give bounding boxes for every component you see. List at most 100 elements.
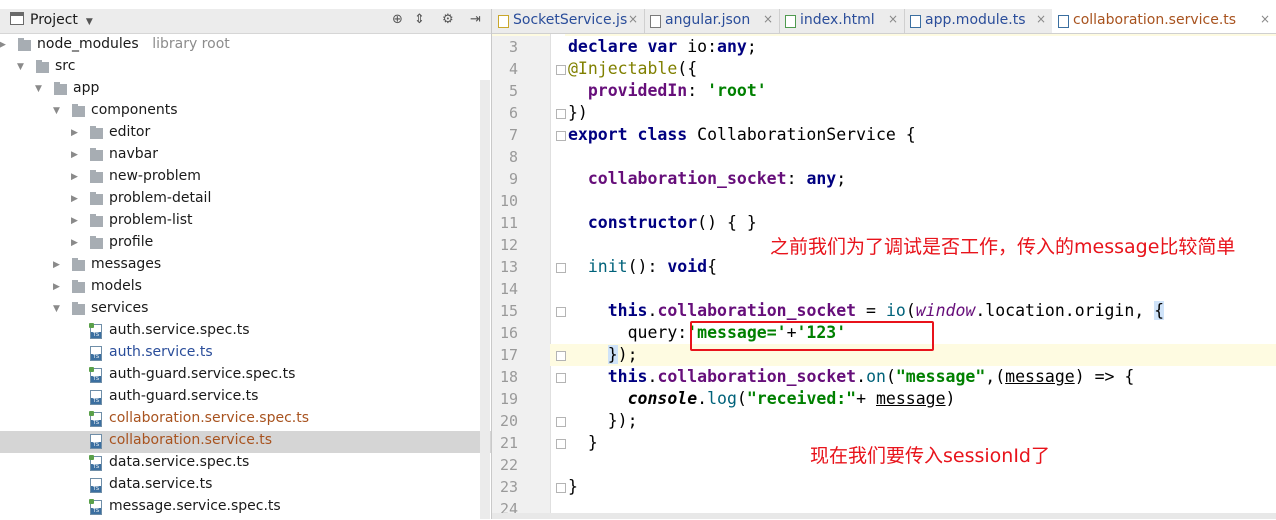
gear-icon[interactable]: ⚙ xyxy=(442,12,454,27)
expanded-arrow-icon[interactable]: ▼ xyxy=(53,106,60,116)
line-number: 10 xyxy=(499,192,518,210)
line-number: 15 xyxy=(499,302,518,320)
tree-folder[interactable]: ▶ models xyxy=(0,277,491,299)
tree-file[interactable]: auth-guard.service.ts xyxy=(0,387,491,409)
tab-2[interactable]: angular.json × xyxy=(644,9,780,33)
folder-icon xyxy=(18,38,31,51)
close-icon[interactable]: × xyxy=(1036,12,1046,26)
tree-folder[interactable]: ▶ messages xyxy=(0,255,491,277)
fold-marker-icon[interactable] xyxy=(556,417,566,427)
tab-3[interactable]: index.html × xyxy=(779,9,905,33)
collapsed-arrow-icon[interactable]: ▶ xyxy=(71,194,78,204)
folder-icon xyxy=(90,192,103,205)
expanded-arrow-icon[interactable]: ▼ xyxy=(53,304,60,314)
tree-file[interactable]: auth.service.ts xyxy=(0,343,491,365)
expanded-arrow-icon[interactable]: ▼ xyxy=(17,62,24,72)
hide-panel-icon[interactable]: ⇥ xyxy=(470,12,481,27)
close-icon[interactable]: × xyxy=(1260,12,1270,26)
tree-folder[interactable]: ▼ app xyxy=(0,79,491,101)
tree-folder[interactable]: ▶ new-problem xyxy=(0,167,491,189)
tab-label: SocketService.js xyxy=(513,12,628,28)
tree-folder[interactable]: ▼ services xyxy=(0,299,491,321)
tree-item-label: problem-list xyxy=(109,212,193,228)
tree-item-label: auth-guard.service.ts xyxy=(109,388,259,404)
line-number: 4 xyxy=(508,60,518,78)
ts-file-icon xyxy=(90,346,102,361)
tree-folder[interactable]: ▶ node_modules library root xyxy=(0,35,491,57)
line-number: 13 xyxy=(499,258,518,276)
fold-marker-icon[interactable] xyxy=(556,439,566,449)
fold-marker-icon[interactable] xyxy=(556,351,566,361)
project-scrollbar[interactable] xyxy=(480,80,490,519)
tree-file[interactable]: auth.service.spec.ts xyxy=(0,321,491,343)
fold-marker-icon[interactable] xyxy=(556,263,566,273)
collapsed-arrow-icon[interactable]: ▶ xyxy=(71,150,78,160)
line-number: 8 xyxy=(508,148,518,166)
ts-file-icon xyxy=(90,478,102,493)
tree-folder[interactable]: ▶ problem-detail xyxy=(0,189,491,211)
line-number: 7 xyxy=(508,126,518,144)
close-icon[interactable]: × xyxy=(628,12,638,26)
line-number: 9 xyxy=(508,170,518,188)
collapsed-arrow-icon[interactable]: ▶ xyxy=(53,260,60,270)
code-line-5: providedIn: 'root' xyxy=(587,81,767,100)
fold-marker-icon[interactable] xyxy=(556,131,566,141)
tree-item-label: data.service.ts xyxy=(109,476,213,492)
fold-marker-icon[interactable] xyxy=(556,65,566,75)
tree-file[interactable]: message.service.spec.ts xyxy=(0,497,491,519)
line-number: 6 xyxy=(508,104,518,122)
tree-file[interactable]: collaboration.service.ts xyxy=(0,431,491,453)
project-icon xyxy=(10,12,24,25)
tree-item-label: navbar xyxy=(109,146,158,162)
tree-folder[interactable]: ▶ profile xyxy=(0,233,491,255)
folder-icon xyxy=(72,280,85,293)
locate-icon[interactable]: ⊕ xyxy=(392,12,403,27)
tree-item-label: collaboration.service.spec.ts xyxy=(109,410,309,426)
ts-file-icon xyxy=(1058,15,1069,28)
folder-icon xyxy=(90,170,103,183)
tree-file[interactable]: auth-guard.service.spec.ts xyxy=(0,365,491,387)
tree-item-label: new-problem xyxy=(109,168,201,184)
js-file-icon xyxy=(498,15,509,28)
collapsed-arrow-icon[interactable]: ▶ xyxy=(0,40,6,50)
project-view-selector[interactable]: Project ▼ xyxy=(10,12,93,28)
tree-file[interactable]: data.service.spec.ts xyxy=(0,453,491,475)
fold-marker-icon[interactable] xyxy=(556,307,566,317)
fold-marker-icon[interactable] xyxy=(556,109,566,119)
collapsed-arrow-icon[interactable]: ▶ xyxy=(71,238,78,248)
line-number: 17 xyxy=(499,346,518,364)
folder-icon xyxy=(72,104,85,117)
folder-icon xyxy=(36,60,49,73)
collapse-all-icon[interactable]: ⇕ xyxy=(414,12,425,27)
folder-icon xyxy=(90,126,103,139)
tab-4[interactable]: app.module.ts × xyxy=(904,9,1053,33)
collapsed-arrow-icon[interactable]: ▶ xyxy=(53,282,60,292)
collapsed-arrow-icon[interactable]: ▶ xyxy=(71,172,78,182)
tab-5[interactable]: collaboration.service.ts × xyxy=(1052,9,1276,33)
tree-file[interactable]: collaboration.service.spec.ts xyxy=(0,409,491,431)
tab-1[interactable]: SocketService.js × xyxy=(492,9,645,33)
json-file-icon xyxy=(650,15,661,28)
line-number: 18 xyxy=(499,368,518,386)
close-icon[interactable]: × xyxy=(888,12,898,26)
tree-folder[interactable]: ▼ components xyxy=(0,101,491,123)
tree-folder[interactable]: ▼ src xyxy=(0,57,491,79)
tree-folder[interactable]: ▶ editor xyxy=(0,123,491,145)
collapsed-arrow-icon[interactable]: ▶ xyxy=(71,216,78,226)
tree-file[interactable]: data.service.ts xyxy=(0,475,491,497)
tree-folder[interactable]: ▶ problem-list xyxy=(0,211,491,233)
editor-horizontal-scrollbar[interactable] xyxy=(492,513,1276,519)
fold-marker-icon[interactable] xyxy=(556,483,566,493)
tree-item-label: auth.service.ts xyxy=(109,344,213,360)
close-icon[interactable]: × xyxy=(763,12,773,26)
code-line-13: init(): void{ xyxy=(587,257,718,276)
folder-icon xyxy=(90,214,103,227)
code-line-9: collaboration_socket: any; xyxy=(587,169,847,188)
tree-folder[interactable]: ▶ navbar xyxy=(0,145,491,167)
fold-marker-icon[interactable] xyxy=(556,373,566,383)
collapsed-arrow-icon[interactable]: ▶ xyxy=(71,128,78,138)
html-file-icon xyxy=(785,15,796,28)
expanded-arrow-icon[interactable]: ▼ xyxy=(35,84,42,94)
annotation-top: 之前我们为了调试是否工作，传入的message比较简单 xyxy=(770,236,1236,258)
tree-item-label: problem-detail xyxy=(109,190,212,206)
